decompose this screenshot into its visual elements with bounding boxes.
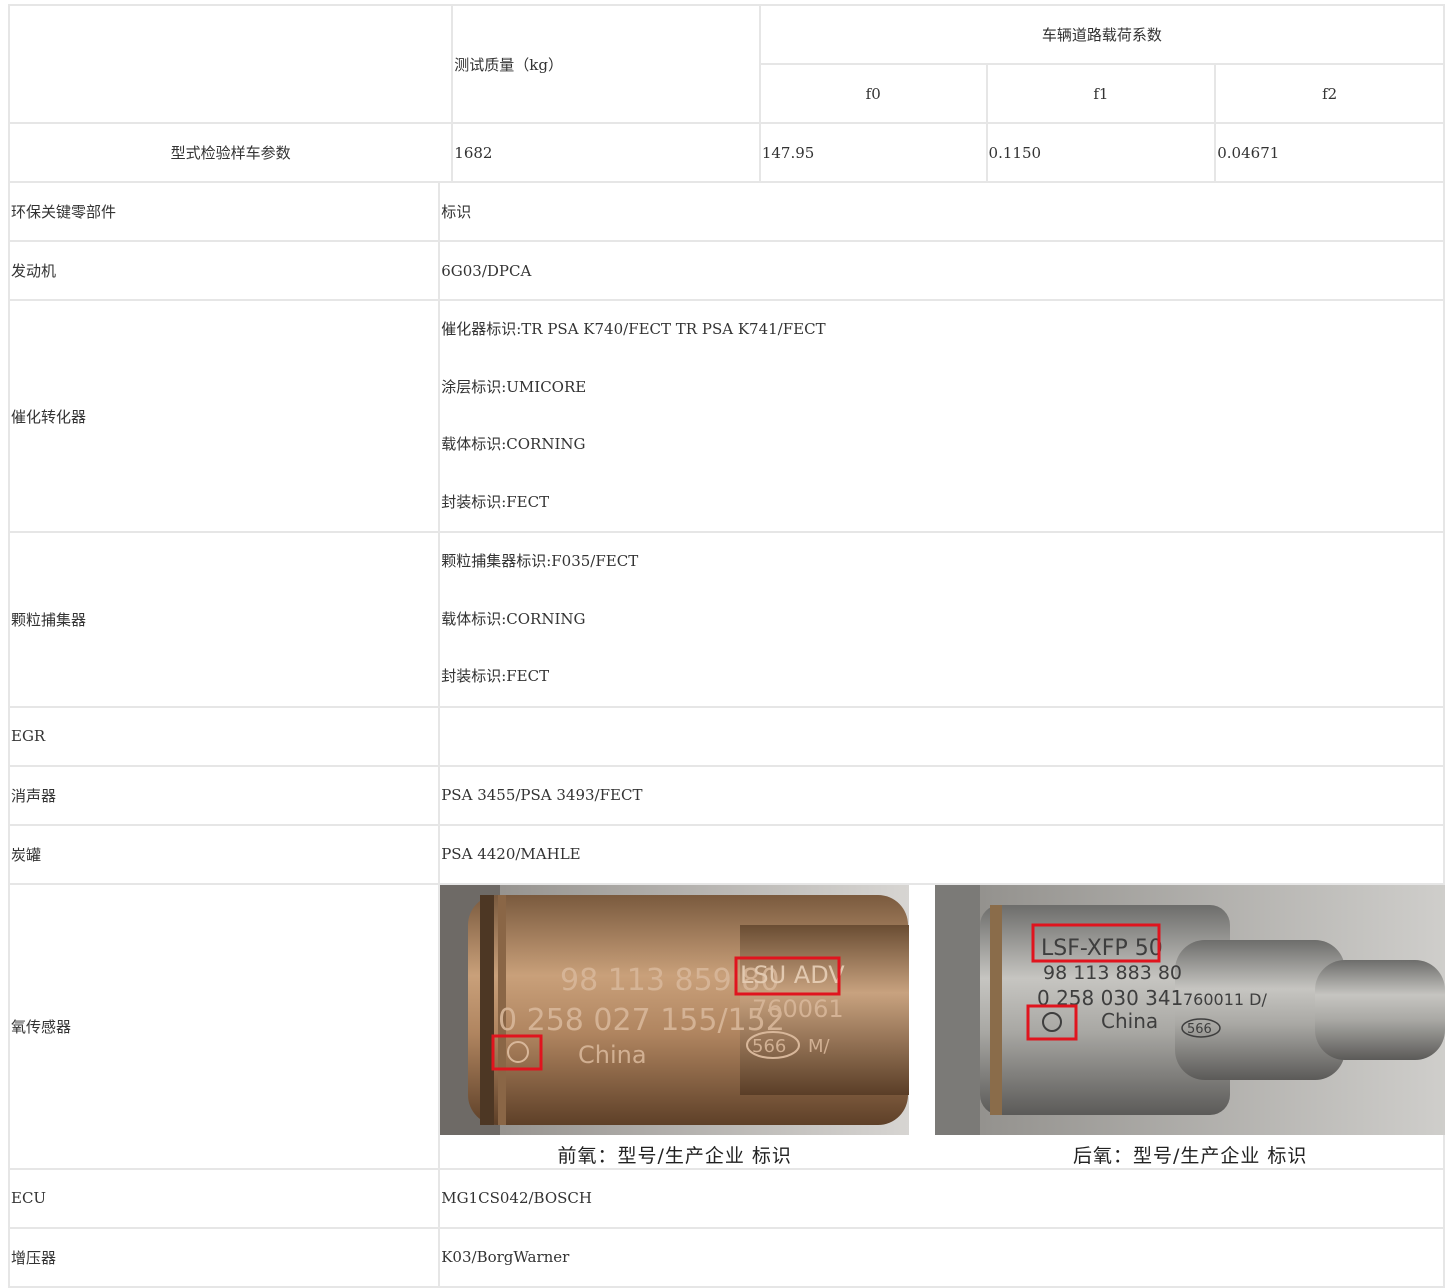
sample-vehicle-label: 型式检验样车参数 [7,122,454,183]
f1-value: 0.1150 [985,122,1217,183]
f2-value: 0.04671 [1214,122,1445,183]
gpf-id-line: 颗粒捕集器标识:F035/FECT [441,552,639,570]
muffler-value: PSA 3455/PSA 3493/FECT [438,764,1445,826]
front-bosch-number: 0 258 027 155/152 [498,1003,785,1038]
f0-value: 147.95 [758,122,988,183]
f0-header: f0 [758,63,988,124]
empty-corner-cell [7,4,454,124]
rear-origin: China [1101,1009,1158,1033]
rear-o2-figure: LSF-XFP 50 98 113 883 80 0 258 030 341 C… [935,884,1446,1168]
road-load-table: 测试质量（kg） 车辆道路载荷系数 f0 f1 f2 型式检验样车参数 1682… [7,4,1446,183]
rear-code: 760011 D/ [1183,990,1267,1009]
mark-header: 标识 [438,181,1445,242]
rear-o2-caption: 后氧：型号/生产企业 标识 [1072,1144,1308,1167]
o2-sensor-photos: 98 113 859 80 0 258 027 155/152 China LS… [438,882,1446,1170]
turbo-label: 增压器 [7,1226,441,1288]
coating-id-line: 涂层标识:UMICORE [441,377,587,396]
canister-value: PSA 4420/MAHLE [438,823,1445,885]
front-code: 760061 [752,995,844,1023]
key-parts-table: 环保关键零部件 标识 发动机 6G03/DPCA 催化转化器 催化器标识:TR … [7,181,1446,1288]
test-mass-value: 1682 [451,122,761,183]
front-o2-figure: 98 113 859 80 0 258 027 155/152 China LS… [440,884,910,1168]
egr-label: EGR [7,705,441,767]
ecu-label: ECU [7,1167,441,1229]
rear-plant: 566 [1187,1022,1212,1037]
engine-label: 发动机 [7,240,441,301]
egr-value [438,705,1445,767]
rear-model: LSF-XFP 50 [1041,936,1163,961]
muffler-label: 消声器 [7,764,441,826]
front-origin: China [578,1041,647,1069]
catalyst-marks: 催化器标识:TR PSA K740/FECT TR PSA K741/FECT … [438,299,1445,533]
rear-o2-sensor-photo: LSF-XFP 50 98 113 883 80 0 258 030 341 C… [935,884,1446,1135]
catalyst-id-line: 催化器标识:TR PSA K740/FECT TR PSA K741/FECT [441,320,826,338]
test-mass-header: 测试质量（kg） [451,4,761,124]
gpf-substrate-line: 载体标识:CORNING [441,609,586,628]
front-plant: 566 [752,1036,786,1057]
front-o2-sensor-photo: 98 113 859 80 0 258 027 155/152 China LS… [440,884,910,1135]
gpf-canning-line: 封装标识:FECT [441,667,550,685]
front-suffix: M/ [808,1036,831,1057]
f2-header: f2 [1214,63,1445,124]
o2-sensor-label: 氧传感器 [7,882,441,1170]
front-o2-caption: 前氧：型号/生产企业 标识 [557,1144,792,1167]
ecu-value: MG1CS042/BOSCH [438,1167,1445,1229]
substrate-id-line: 载体标识:CORNING [441,435,586,453]
rear-part-number: 98 113 883 80 [1043,962,1182,984]
f1-header: f1 [985,63,1217,124]
front-model: LSU ADV [740,961,845,989]
turbo-value: K03/BorgWarner [438,1226,1445,1288]
engine-value: 6G03/DPCA [438,240,1445,301]
gpf-marks: 颗粒捕集器标识:F035/FECT 载体标识:CORNING 封装标识:FECT [438,531,1445,708]
part-header: 环保关键零部件 [7,181,441,242]
gpf-label: 颗粒捕集器 [7,531,441,708]
canning-id-line: 封装标识:FECT [441,492,550,511]
canister-label: 炭罐 [7,823,441,885]
catalyst-label: 催化转化器 [7,299,441,533]
road-load-coef-header: 车辆道路载荷系数 [758,4,1446,65]
